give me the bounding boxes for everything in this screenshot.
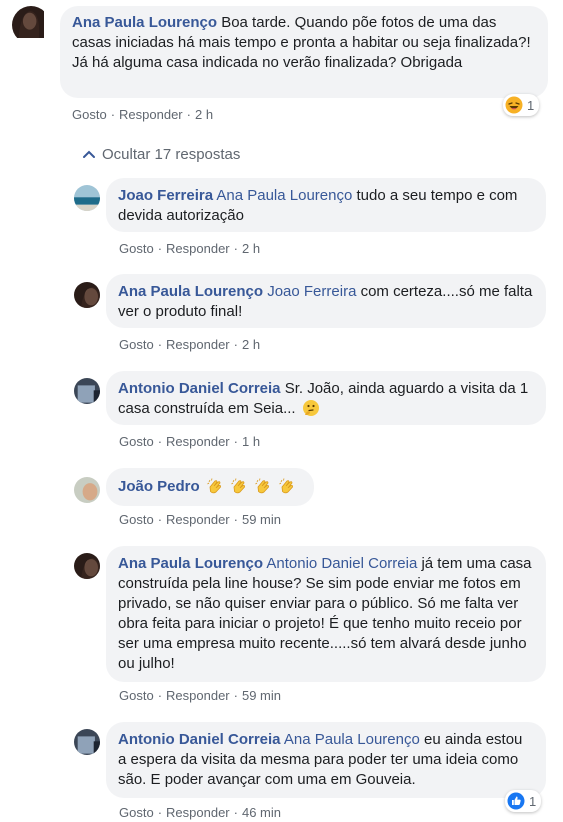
reply-link[interactable]: Responder xyxy=(166,241,230,256)
like-link[interactable]: Gosto xyxy=(119,805,154,820)
reply-link[interactable]: Responder xyxy=(166,688,230,703)
avatar[interactable] xyxy=(74,282,100,308)
reply-link[interactable]: Responder xyxy=(166,805,230,820)
avatar[interactable] xyxy=(74,477,100,503)
comment-bubble: Joao Ferreira Ana Paula Lourenço tudo a … xyxy=(106,178,546,232)
like-link[interactable]: Gosto xyxy=(119,688,154,703)
comment-bubble: Antonio Daniel Correia Sr. João, ainda a… xyxy=(106,371,546,425)
timestamp[interactable]: 2 h xyxy=(242,241,260,256)
clapping-hands-icon xyxy=(279,477,294,493)
reaction-summary[interactable]: 1 xyxy=(505,790,542,812)
comment-actions: Gosto · Responder · 59 min xyxy=(119,512,282,527)
like-link[interactable]: Gosto xyxy=(119,337,154,352)
reply-link[interactable]: Responder xyxy=(166,434,230,449)
clapping-hands-icon xyxy=(207,477,221,493)
comment-actions: Gosto · Responder · 2 h xyxy=(72,107,214,122)
comment-actions: Gosto · Responder · 2 h xyxy=(119,337,261,352)
reply-link[interactable]: Responder xyxy=(166,337,230,352)
clapping-hands-icon xyxy=(255,477,270,493)
reaction-summary[interactable]: 1 xyxy=(503,94,540,116)
hide-replies-label: Ocultar 17 respostas xyxy=(102,146,241,163)
thinking-face-icon xyxy=(302,399,319,416)
avatar[interactable] xyxy=(74,553,100,579)
avatar[interactable] xyxy=(74,378,100,404)
like-link[interactable]: Gosto xyxy=(72,107,107,122)
haha-icon xyxy=(505,96,523,114)
mention-link[interactable]: Ana Paula Lourenço xyxy=(284,731,420,748)
hide-replies-button[interactable]: Ocultar 17 respostas xyxy=(82,146,240,163)
comment-author[interactable]: Joao Ferreira xyxy=(118,187,213,204)
like-link[interactable]: Gosto xyxy=(119,512,154,527)
timestamp[interactable]: 46 min xyxy=(242,805,281,820)
mention-link[interactable]: Ana Paula Lourenço xyxy=(216,187,352,204)
comment-actions: Gosto · Responder · 46 min xyxy=(119,805,282,820)
reply-link[interactable]: Responder xyxy=(119,107,183,122)
reaction-count: 1 xyxy=(527,97,535,113)
timestamp[interactable]: 2 h xyxy=(195,107,213,122)
comment-bubble: João Pedro xyxy=(106,468,314,506)
comment-actions: Gosto · Responder · 2 h xyxy=(119,241,261,256)
mention-link[interactable]: Antonio Daniel Correia xyxy=(266,555,417,572)
reaction-count: 1 xyxy=(529,793,537,809)
comment-text: já tem uma casa construída pela line hou… xyxy=(118,555,532,672)
timestamp[interactable]: 59 min xyxy=(242,688,281,703)
reply-link[interactable]: Responder xyxy=(166,512,230,527)
clapping-hands-emojis xyxy=(204,477,297,495)
comment-author[interactable]: Antonio Daniel Correia xyxy=(118,731,281,748)
comment-author[interactable]: Ana Paula Lourenço xyxy=(118,283,263,300)
avatar[interactable] xyxy=(12,6,50,44)
avatar[interactable] xyxy=(74,729,100,755)
comment-author[interactable]: Ana Paula Lourenço xyxy=(72,14,217,31)
like-icon xyxy=(507,792,525,810)
mention-link[interactable]: Joao Ferreira xyxy=(267,283,356,300)
comment-bubble: Ana Paula Lourenço Joao Ferreira com cer… xyxy=(106,274,546,328)
timestamp[interactable]: 1 h xyxy=(242,434,260,449)
comment-actions: Gosto · Responder · 59 min xyxy=(119,688,282,703)
like-link[interactable]: Gosto xyxy=(119,241,154,256)
comment-bubble: Ana Paula Lourenço Antonio Daniel Correi… xyxy=(106,546,546,682)
chevron-up-icon xyxy=(83,150,95,158)
comment-author[interactable]: Antonio Daniel Correia xyxy=(118,380,281,397)
comment-bubble: Antonio Daniel Correia Ana Paula Lourenç… xyxy=(106,722,546,798)
like-link[interactable]: Gosto xyxy=(119,434,154,449)
timestamp[interactable]: 2 h xyxy=(242,337,260,352)
comment-actions: Gosto · Responder · 1 h xyxy=(119,434,261,449)
timestamp[interactable]: 59 min xyxy=(242,512,281,527)
comment-author[interactable]: Ana Paula Lourenço xyxy=(118,555,263,572)
comment-bubble: Ana Paula Lourenço Boa tarde. Quando põe… xyxy=(60,6,548,98)
clapping-hands-icon xyxy=(231,477,246,493)
avatar[interactable] xyxy=(74,185,100,211)
comment-author[interactable]: João Pedro xyxy=(118,478,200,495)
